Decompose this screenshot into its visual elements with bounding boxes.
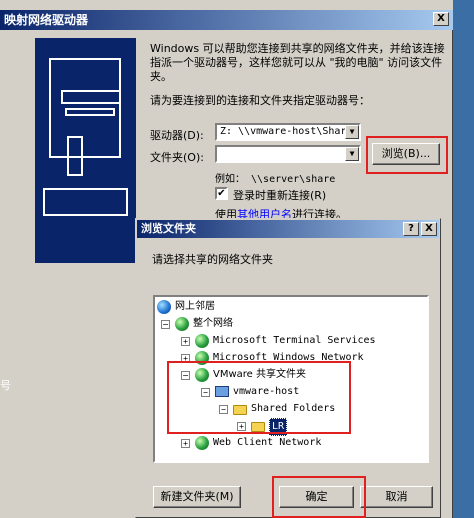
drive-label: 驱动器(D):	[150, 129, 204, 142]
outer-close-button[interactable]: X	[433, 12, 449, 26]
dialog-description: Windows 可以帮助您连接到共享的网络文件夹，并给该连接指派一个驱动器号，这…	[150, 42, 445, 83]
expand-icon[interactable]: +	[181, 337, 190, 346]
network-globe-icon	[195, 436, 209, 450]
reconnect-label: 登录时重新连接(R)	[233, 189, 327, 202]
browse-prompt: 请选择共享的网络文件夹	[152, 253, 273, 266]
expand-icon[interactable]: +	[181, 439, 190, 448]
drive-select[interactable]: Z: \\vmware-host\Shar ▼	[215, 123, 361, 141]
tree-item-label: 整个网络	[193, 318, 233, 329]
network-drive-illustration	[35, 38, 136, 263]
inner-close-button[interactable]: X	[421, 222, 437, 236]
outer-title: 映射网络驱动器	[4, 13, 89, 27]
example-text: 例如： \\server\share	[215, 174, 336, 185]
drive-prompt: 请为要连接到的连接和文件夹指定驱动器号：	[150, 94, 370, 107]
inner-title: 浏览文件夹	[141, 222, 196, 235]
new-folder-button[interactable]: 新建文件夹(M)	[153, 486, 241, 508]
entire-network-icon	[175, 317, 189, 331]
drive-select-value: Z: \\vmware-host\Shar	[220, 126, 347, 137]
collapse-icon[interactable]: −	[161, 320, 170, 329]
folder-input[interactable]: ▼	[215, 145, 361, 163]
network-places-icon	[157, 300, 171, 314]
background-edge-text: 号	[0, 379, 11, 392]
browse-highlight-box	[366, 136, 448, 174]
folder-label: 文件夹(O):	[150, 151, 204, 164]
drive-illustration-plug	[67, 136, 83, 176]
ok-highlight-box	[272, 476, 366, 518]
chevron-down-icon[interactable]: ▼	[345, 125, 359, 139]
vmware-tree-highlight-box	[167, 361, 351, 434]
drive-illustration-slot	[61, 90, 121, 104]
tree-item-label: Microsoft Terminal Services	[213, 335, 376, 346]
chevron-down-icon[interactable]: ▼	[345, 147, 359, 161]
window-top-edge	[0, 0, 453, 10]
outer-title-bar[interactable]: 映射网络驱动器 X	[0, 10, 453, 30]
drive-illustration-slot-lower	[65, 108, 115, 116]
cancel-button[interactable]: 取消	[360, 486, 433, 508]
inner-title-bar[interactable]: 浏览文件夹 ? X	[137, 220, 439, 238]
tree-item-label: Web Client Network	[213, 437, 322, 448]
network-globe-icon	[195, 334, 209, 348]
tree-item-label: 网上邻居	[175, 301, 215, 312]
drive-illustration-cable	[43, 188, 128, 216]
help-button[interactable]: ?	[403, 222, 419, 236]
reconnect-checkbox[interactable]: ✔	[215, 187, 228, 200]
